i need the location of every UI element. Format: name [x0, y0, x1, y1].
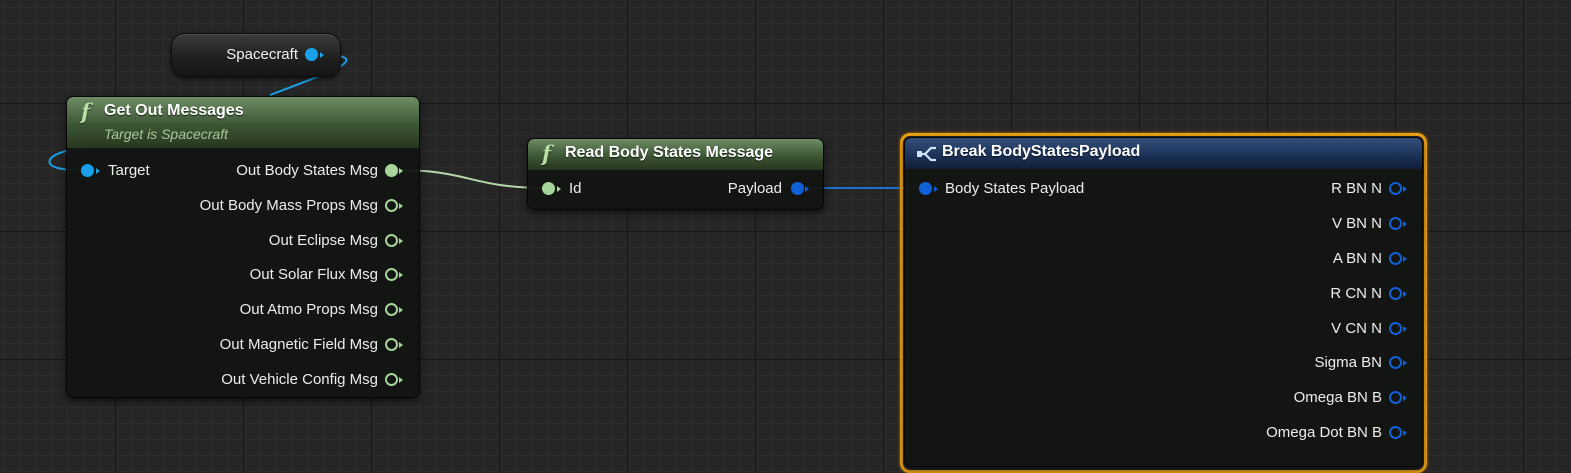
output-label: Out Body States Msg [236, 162, 378, 179]
body-states-payload-input-label: Body States Payload [945, 180, 1085, 197]
r-cn-n-pin[interactable] [1389, 287, 1402, 300]
pin-arrow-icon [399, 272, 403, 278]
output-row-out-body-mass-props-msg: Out Body Mass Props Msg [119, 195, 419, 217]
omega-dot-bn-b-pin[interactable] [1389, 426, 1402, 439]
output-row-out-atmo-props-msg: Out Atmo Props Msg [119, 299, 419, 321]
pin-arrow-icon [1403, 430, 1407, 436]
break-struct-icon [917, 146, 936, 162]
read-body-states-message-header[interactable]: f Read Body States Message [528, 139, 823, 170]
pin-arrow-icon [1403, 291, 1407, 297]
break-body-states-payload-node[interactable]: Break BodyStatesPayload Body States Payl… [904, 137, 1423, 467]
output-row-out-body-states-msg: Out Body States Msg [119, 160, 419, 182]
id-input-pin[interactable] [542, 182, 555, 195]
id-input-row: Id [528, 178, 668, 200]
v-bn-n-pin[interactable] [1389, 217, 1402, 230]
get-out-messages-subtitle: Target is Spacecraft [104, 126, 228, 142]
pin-arrow-icon [1403, 360, 1407, 366]
pin-arrow-icon [1403, 326, 1407, 332]
pin-arrow-icon [399, 342, 403, 348]
pin-arrow-icon [557, 186, 561, 192]
pin-arrow-icon [320, 52, 324, 58]
pin-arrow-icon [399, 168, 403, 174]
spacecraft-variable-label: Spacecraft [226, 46, 298, 63]
payload-output-label: Payload [727, 180, 782, 197]
pin-arrow-icon [934, 186, 938, 192]
output-label: Omega BN B [1293, 389, 1382, 406]
r-bn-n-pin[interactable] [1389, 182, 1402, 195]
v-cn-n-pin[interactable] [1389, 322, 1402, 335]
output-row-v-cn-n: V CN N [1222, 318, 1422, 340]
break-body-states-payload-header[interactable]: Break BodyStatesPayload [905, 138, 1422, 169]
break-body-states-payload-title: Break BodyStatesPayload [942, 143, 1141, 160]
output-row-sigma-bn: Sigma BN [1222, 352, 1422, 374]
payload-output-row: Payload [663, 178, 823, 200]
pin-arrow-icon [399, 307, 403, 313]
spacecraft-output-pin[interactable] [305, 48, 318, 61]
output-row-out-magnetic-field-msg: Out Magnetic Field Msg [119, 334, 419, 356]
output-label: Omega Dot BN B [1266, 424, 1382, 441]
read-body-states-message-node[interactable]: f Read Body States Message Id Payload [527, 138, 824, 210]
pin-arrow-icon [1403, 395, 1407, 401]
target-input-pin[interactable] [81, 164, 94, 177]
output-row-r-bn-n: R BN N [1222, 178, 1422, 200]
output-label: V BN N [1331, 215, 1382, 232]
output-label: Out Magnetic Field Msg [219, 336, 378, 353]
output-label: V CN N [1331, 320, 1382, 337]
output-row-out-eclipse-msg: Out Eclipse Msg [119, 230, 419, 252]
output-row-r-cn-n: R CN N [1222, 283, 1422, 305]
body-states-payload-input-row: Body States Payload [905, 178, 1165, 200]
spacecraft-variable-node[interactable]: Spacecraft [171, 33, 341, 77]
get-out-messages-header[interactable]: f Get Out Messages Target is Spacecraft [67, 97, 419, 148]
pin-arrow-icon [399, 377, 403, 383]
pin-arrow-icon [1403, 256, 1407, 262]
output-row-out-solar-flux-msg: Out Solar Flux Msg [119, 264, 419, 286]
output-label: Out Body Mass Props Msg [199, 197, 378, 214]
a-bn-n-pin[interactable] [1389, 252, 1402, 265]
function-f-icon: f [542, 141, 552, 166]
out-vehicle-config-msg-pin[interactable] [385, 373, 398, 386]
out-atmo-props-msg-pin[interactable] [385, 303, 398, 316]
output-label: Out Eclipse Msg [268, 232, 378, 249]
output-label: R CN N [1330, 285, 1382, 302]
read-body-states-message-title: Read Body States Message [565, 144, 774, 161]
output-row-out-vehicle-config-msg: Out Vehicle Config Msg [119, 369, 419, 391]
pin-arrow-icon [399, 238, 403, 244]
output-label: A BN N [1332, 250, 1382, 267]
out-magnetic-field-msg-pin[interactable] [385, 338, 398, 351]
out-body-states-msg-pin[interactable] [385, 164, 398, 177]
output-label: Sigma BN [1314, 354, 1382, 371]
get-out-messages-node[interactable]: f Get Out Messages Target is Spacecraft … [66, 96, 420, 398]
out-eclipse-msg-pin[interactable] [385, 234, 398, 247]
pin-arrow-icon [96, 168, 100, 174]
output-label: Out Solar Flux Msg [249, 266, 378, 283]
out-body-mass-props-msg-pin[interactable] [385, 199, 398, 212]
output-row-omega-bn-b: Omega BN B [1222, 387, 1422, 409]
id-input-label: Id [569, 180, 582, 197]
out-solar-flux-msg-pin[interactable] [385, 268, 398, 281]
body-states-payload-input-pin[interactable] [919, 182, 932, 195]
omega-bn-b-pin[interactable] [1389, 391, 1402, 404]
output-row-a-bn-n: A BN N [1222, 248, 1422, 270]
output-label: Out Vehicle Config Msg [221, 371, 378, 388]
output-label: R BN N [1331, 180, 1382, 197]
output-row-omega-dot-bn-b: Omega Dot BN B [1202, 422, 1422, 444]
pin-arrow-icon [805, 186, 809, 192]
output-label: Out Atmo Props Msg [239, 301, 378, 318]
pin-arrow-icon [1403, 221, 1407, 227]
pin-arrow-icon [399, 203, 403, 209]
payload-output-pin[interactable] [791, 182, 804, 195]
output-row-v-bn-n: V BN N [1222, 213, 1422, 235]
function-f-icon: f [81, 99, 91, 124]
get-out-messages-title: Get Out Messages [104, 102, 244, 119]
pin-arrow-icon [1403, 186, 1407, 192]
sigma-bn-pin[interactable] [1389, 356, 1402, 369]
